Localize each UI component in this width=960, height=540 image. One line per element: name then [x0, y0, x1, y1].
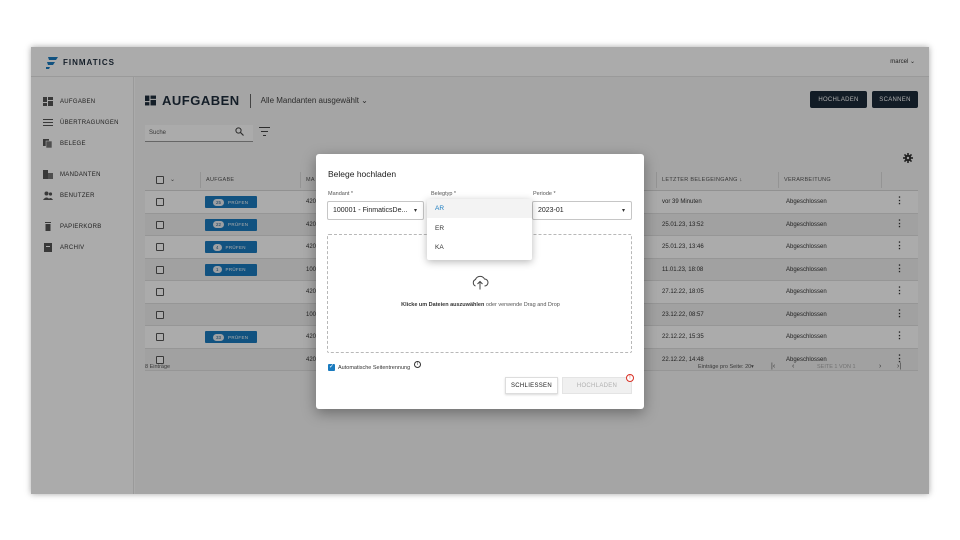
dropzone-drag-text: oder verwende Drag and Drop: [484, 302, 560, 308]
auto-split-label: Automatische Seitentrennung: [338, 364, 411, 371]
app-window: FINMATICS marcel ⌄ AUFGABEN ÜBERTRAGUNGE…: [31, 47, 929, 494]
belegtyp-option-er[interactable]: ER: [427, 219, 532, 238]
auto-split-option[interactable]: ✓ Automatische Seitentrennung i: [328, 361, 422, 371]
dropzone-hint: Klicke um Dateien auszuwählen oder verwe…: [328, 302, 633, 308]
periode-select[interactable]: 2023-01 ▾: [532, 201, 632, 220]
mandant-label: Mandant *: [328, 191, 354, 197]
belegtyp-dropdown: AR ER KA: [427, 199, 532, 260]
dialog-title: Belege hochladen: [328, 169, 397, 179]
cloud-upload-icon: [472, 275, 489, 290]
chevron-down-icon: ▾: [621, 208, 625, 214]
upload-dialog: Belege hochladen Mandant * 100001 - Finm…: [316, 154, 644, 409]
info-icon[interactable]: i: [414, 361, 422, 368]
mandant-select[interactable]: 100001 - FinmaticsDe... ▾: [327, 201, 424, 220]
dropzone-click-text[interactable]: Klicke um Dateien auszuwählen: [401, 302, 484, 308]
belegtyp-option-ka[interactable]: KA: [427, 238, 532, 257]
error-icon: !: [626, 374, 634, 382]
dialog-upload-button[interactable]: HOCHLADEN: [562, 377, 632, 394]
belegtyp-label: Belegtyp *: [431, 191, 457, 197]
mandant-value: 100001 - FinmaticsDe...: [333, 207, 408, 214]
close-button[interactable]: SCHLIESSEN: [505, 377, 558, 394]
chevron-down-icon: ▾: [413, 208, 417, 214]
periode-value: 2023-01: [538, 207, 564, 214]
belegtyp-option-ar[interactable]: AR: [427, 199, 532, 218]
periode-label: Periode *: [533, 191, 556, 197]
auto-split-checkbox[interactable]: ✓: [328, 364, 335, 371]
